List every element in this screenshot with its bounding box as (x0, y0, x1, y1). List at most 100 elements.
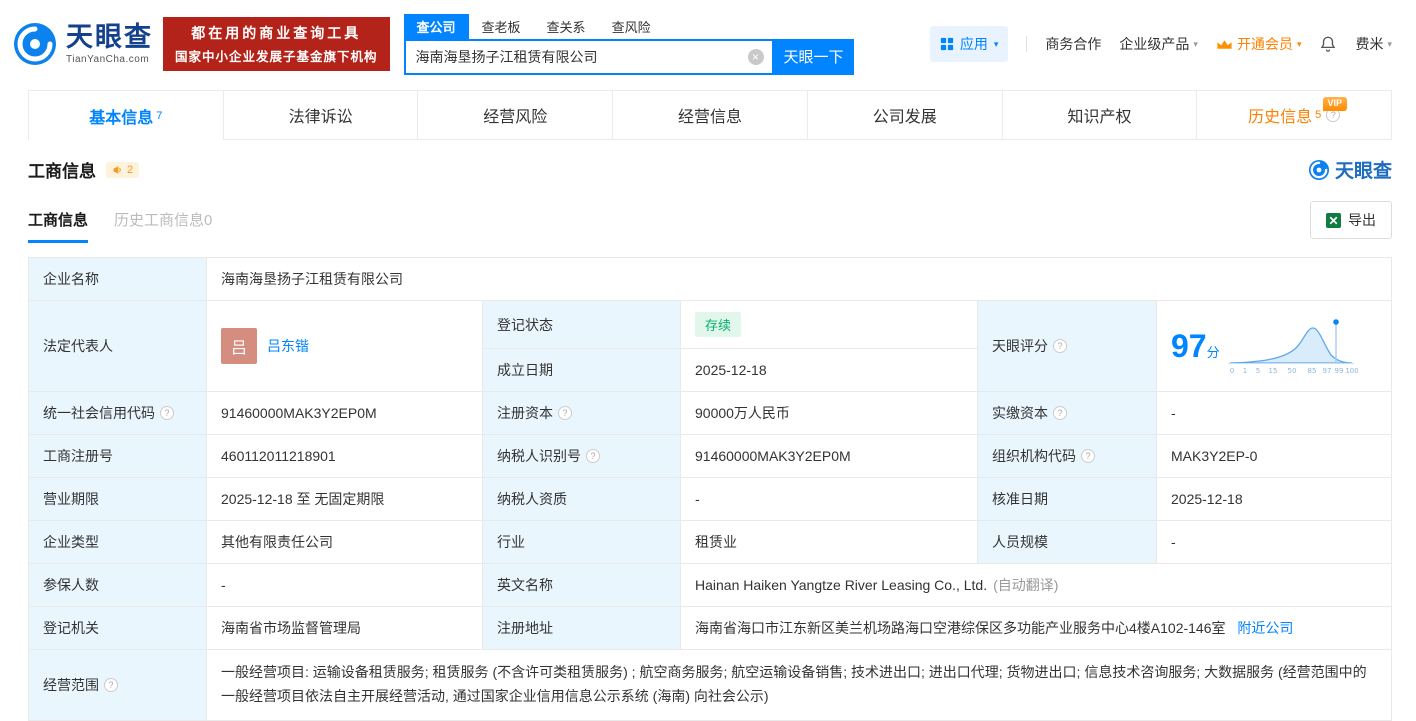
field-label-taxpayer-id: 纳税人识别号? (482, 434, 681, 478)
field-label-reg-authority: 登记机关 (28, 606, 207, 650)
reg-number-value: 460112011218901 (206, 434, 483, 478)
legal-rep-avatar[interactable]: 吕 (221, 328, 257, 364)
chevron-down-icon: ▾ (1193, 38, 1198, 49)
company-type-value: 其他有限责任公司 (206, 520, 483, 564)
field-label-score: 天眼评分? (977, 300, 1157, 392)
notification-bell-button[interactable] (1319, 35, 1337, 53)
chart-axis-label: 50 (1287, 367, 1296, 375)
field-label-reg-capital: 注册资本? (482, 391, 681, 435)
search-area: 查公司 查老板 查关系 查风险 × 天眼一下 (403, 13, 854, 75)
help-icon[interactable]: ? (1053, 339, 1067, 353)
table-row: 统一社会信用代码? 91460000MAK3Y2EP0M 注册资本? 90000… (28, 391, 1392, 435)
enterprise-products-menu[interactable]: 企业级产品 ▾ (1119, 34, 1198, 54)
subtab-business-registration[interactable]: 工商信息 (28, 209, 89, 243)
username-label: 费米 (1355, 36, 1384, 52)
nearby-companies-link[interactable]: 附近公司 (1237, 620, 1293, 636)
help-icon[interactable]: ? (160, 406, 174, 420)
credit-code-value: 91460000MAK3Y2EP0M (206, 391, 483, 435)
slogan-banner: 都在用的商业查询工具 国家中小企业发展子基金旗下机构 (163, 17, 390, 71)
field-label-business-scope: 经营范围? (28, 649, 207, 721)
field-label-taxpayer-quality: 纳税人资质 (482, 477, 681, 521)
table-row: 参保人数 - 英文名称 Hainan Haiken Yangtze River … (28, 563, 1392, 607)
search-tab-relation[interactable]: 查关系 (534, 14, 599, 39)
auto-translate-note: (自动翻译) (993, 577, 1059, 593)
help-icon[interactable]: ? (104, 677, 118, 692)
table-row: 营业期限 2025-12-18 至 无固定期限 纳税人资质 - 核准日期 202… (28, 477, 1392, 521)
subtab-history-business-registration[interactable]: 历史工商信息0 (114, 209, 212, 243)
score-unit: 分 (1206, 344, 1220, 360)
bell-icon (1321, 36, 1336, 52)
score-distribution-chart: 0 1 5 15 50 85 97 99 100 (1227, 319, 1358, 375)
tab-label: 经营信息 (678, 109, 743, 126)
business-term-value: 2025-12-18 至 无固定期限 (206, 477, 483, 521)
help-icon[interactable]: ? (586, 449, 600, 463)
score-marker-dot (1332, 319, 1339, 325)
biz-cooperation-link[interactable]: 商务合作 (1045, 34, 1101, 54)
business-info-table: 企业名称 海南海垦扬子江租赁有限公司 法定代表人 吕 吕东锴 登记状态 存续 天… (28, 257, 1392, 721)
field-label-company-name: 企业名称 (28, 257, 207, 301)
search-button[interactable]: 天眼一下 (773, 38, 854, 75)
english-name-cell: Hainan Haiken Yangtze River Leasing Co.,… (680, 563, 1392, 607)
tianyancha-logo-icon (1308, 159, 1330, 180)
taxpayer-id-value: 91460000MAK3Y2EP0M (680, 434, 978, 478)
tab-company-development[interactable]: 公司发展 (807, 90, 1003, 140)
field-label-staff-size: 人员规模 (977, 520, 1157, 564)
tab-history-info[interactable]: VIP 历史信息 5 ? (1197, 90, 1393, 140)
table-row: 企业类型 其他有限责任公司 行业 租赁业 人员规模 - (28, 520, 1392, 564)
help-icon[interactable]: ? (1053, 406, 1067, 420)
user-menu[interactable]: 费米 ▾ (1355, 34, 1392, 54)
field-label-org-code: 组织机构代码? (977, 434, 1157, 478)
tab-count: 7 (156, 109, 163, 122)
chart-axis-label: 0 (1229, 367, 1233, 375)
top-header: 天眼查 TianYanCha.com 都在用的商业查询工具 国家中小企业发展子基… (0, 0, 1416, 88)
field-label-company-type: 企业类型 (28, 520, 207, 564)
chart-axis-label: 97 (1322, 367, 1331, 375)
field-label-address: 注册地址 (482, 606, 681, 650)
apps-button[interactable]: 应用 ▾ (929, 26, 1009, 62)
watermark-text: 天眼查 (1334, 161, 1392, 182)
help-icon[interactable]: ? (558, 406, 572, 420)
export-label: 导出 (1348, 212, 1376, 228)
score-value: 97 (1171, 327, 1207, 364)
reg-capital-value: 90000万人民币 (680, 391, 978, 435)
field-label-business-term: 营业期限 (28, 477, 207, 521)
tab-business-info[interactable]: 经营信息 (613, 90, 808, 140)
chevron-down-icon: ▾ (993, 38, 999, 49)
tab-label: 历史信息 (1248, 109, 1313, 126)
tab-count: 5 (1315, 109, 1322, 121)
grid-icon (940, 37, 953, 51)
search-tab-risk[interactable]: 查风险 (599, 14, 664, 39)
legal-rep-link[interactable]: 吕东锴 (267, 336, 309, 356)
search-tab-boss[interactable]: 查老板 (469, 14, 534, 39)
score-cell[interactable]: 97分 0 1 5 15 50 85 97 99 100 (1156, 300, 1392, 392)
announcement-badge[interactable]: 2 (106, 161, 140, 178)
chart-axis-label: 99 (1334, 367, 1343, 375)
tab-basic-info[interactable]: 基本信息 7 (28, 90, 224, 140)
field-label-approval-date: 核准日期 (977, 477, 1157, 521)
tab-legal-proceedings[interactable]: 法律诉讼 (223, 90, 419, 140)
tab-label: 知识产权 (1067, 109, 1132, 126)
search-input[interactable] (403, 38, 774, 75)
vip-membership-link[interactable]: 开通会员 ▾ (1216, 34, 1301, 54)
vip-badge: VIP (1322, 97, 1348, 111)
legal-rep-cell: 吕 吕东锴 (206, 300, 483, 392)
tianyancha-logo[interactable]: 天眼查 TianYanCha.com (12, 21, 153, 67)
field-label-reg-status: 登记状态 (482, 300, 681, 349)
tab-intellectual-property[interactable]: 知识产权 (1002, 90, 1198, 140)
section-title: 工商信息 (28, 162, 96, 181)
table-row: 企业名称 海南海垦扬子江租赁有限公司 (28, 257, 1392, 301)
tianyancha-watermark: 天眼查 (1308, 156, 1392, 183)
chart-axis-label: 5 (1255, 367, 1259, 375)
approval-date-value: 2025-12-18 (1156, 477, 1392, 521)
export-button[interactable]: 导出 (1310, 201, 1392, 239)
insured-count-value: - (206, 563, 483, 607)
field-label-insured-count: 参保人数 (28, 563, 207, 607)
clear-search-icon[interactable]: × (747, 48, 764, 65)
score-label: 天眼评分 (992, 338, 1048, 354)
tab-operational-risk[interactable]: 经营风险 (418, 90, 614, 140)
tab-label: 法律诉讼 (288, 109, 353, 126)
help-icon[interactable]: ? (1081, 449, 1095, 463)
staff-size-value: - (1156, 520, 1392, 564)
subtab-row: 工商信息 历史工商信息0 导出 (28, 201, 1392, 243)
search-tab-company[interactable]: 查公司 (403, 13, 469, 39)
